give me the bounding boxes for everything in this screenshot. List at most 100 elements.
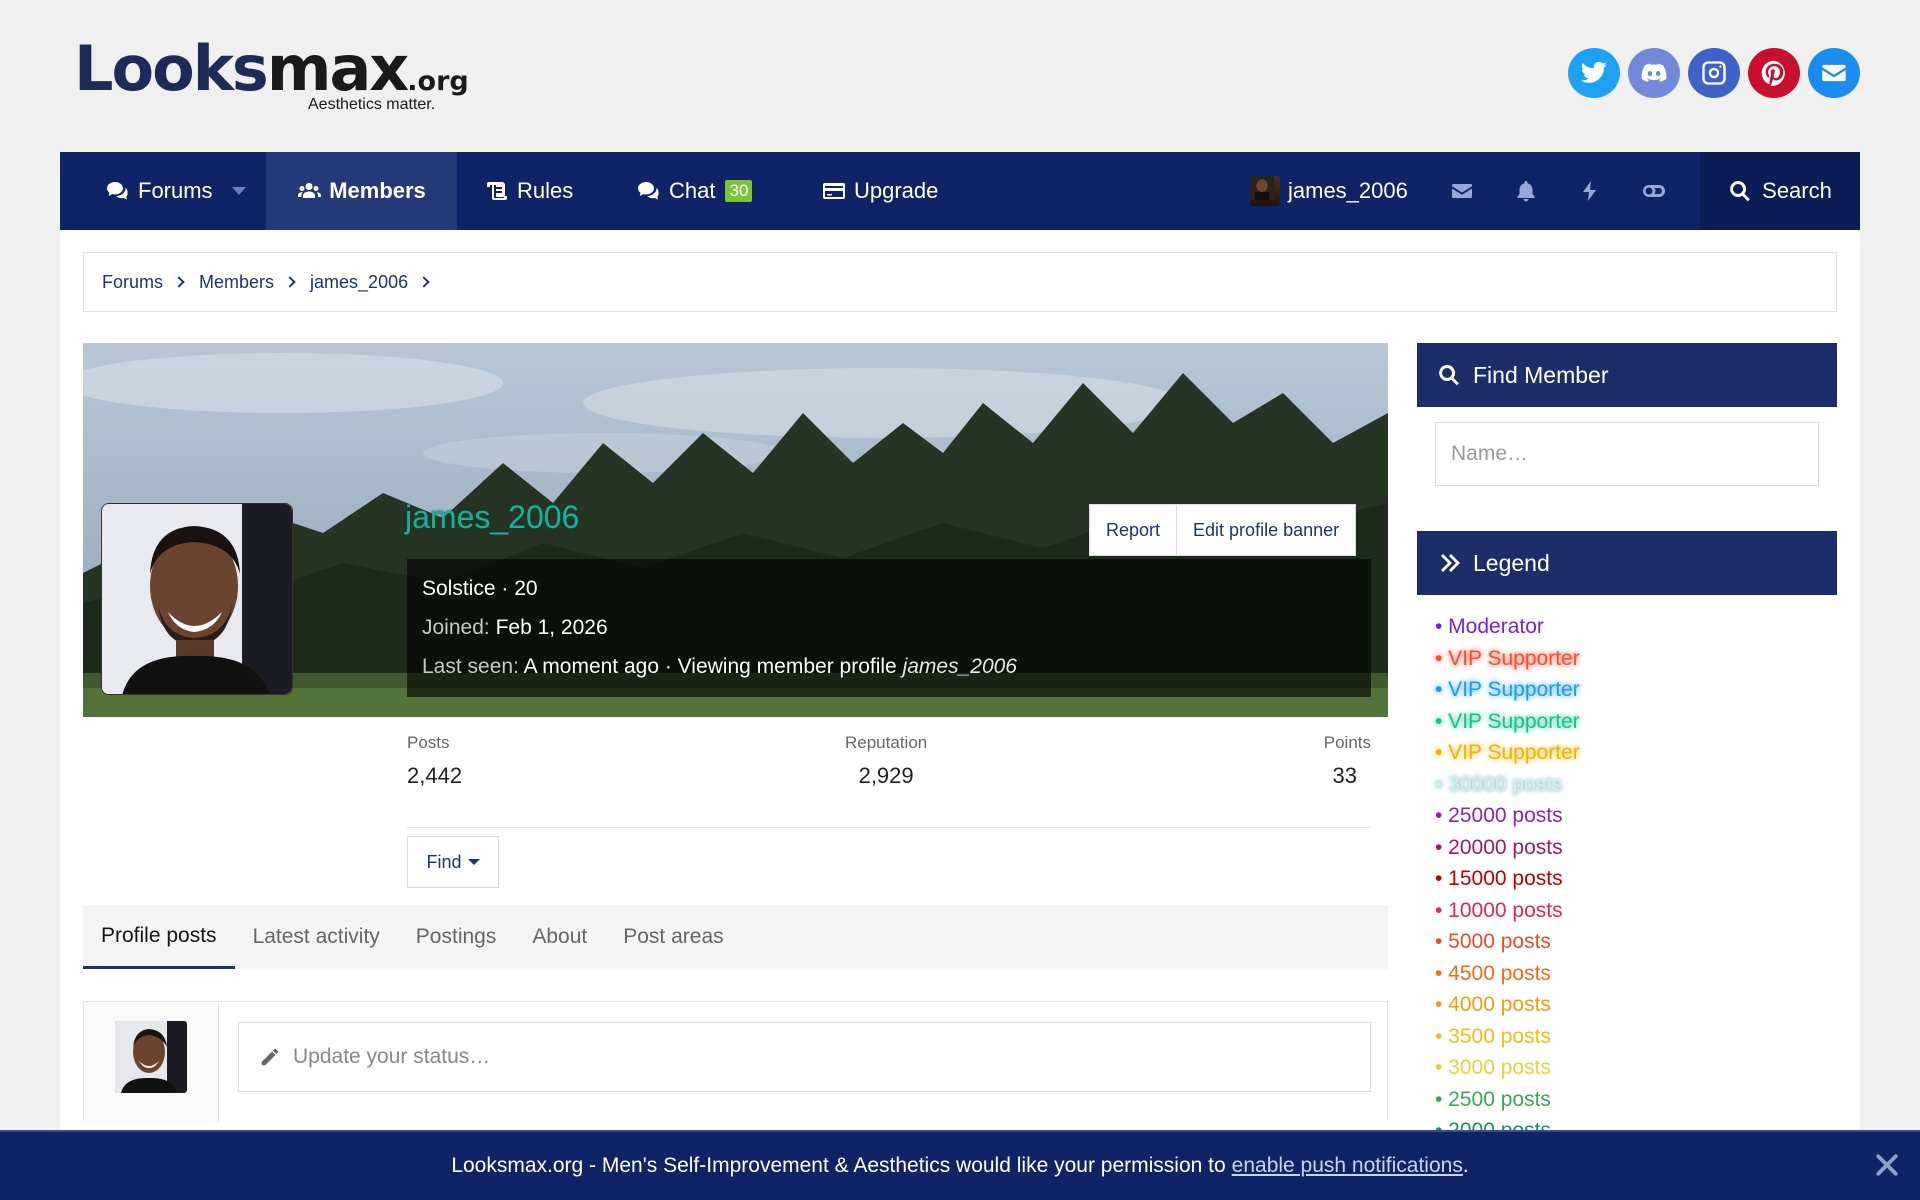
theme-toggle-button[interactable] [1622, 152, 1686, 230]
profile-stats: Posts 2,442 Reputation 2,929 Points 33 [407, 733, 1371, 828]
chevron-right-icon [173, 276, 185, 288]
find-label: Find [426, 851, 462, 872]
nav-forums-dropdown[interactable] [232, 152, 246, 230]
breadcrumb-members[interactable]: Members [199, 272, 274, 293]
legend-item: • Moderator [1435, 615, 1544, 638]
nav-upgrade-label: Upgrade [854, 178, 939, 203]
tab-latest-activity[interactable]: Latest activity [235, 905, 398, 969]
email-icon[interactable] [1808, 48, 1860, 98]
close-icon[interactable] [1872, 1150, 1902, 1180]
alerts-button[interactable] [1494, 152, 1558, 230]
find-member-title: Find Member [1473, 361, 1609, 388]
logo-text-dark: max [266, 32, 409, 105]
main-navbar: Forums Members Rules Chat 30 Upgrade jam… [60, 152, 1860, 230]
site-logo[interactable]: Looksmax.org Aesthetics matter. [74, 32, 469, 124]
stat-reputation[interactable]: Reputation 2,929 [845, 733, 927, 789]
credit-card-icon [823, 183, 845, 199]
sidebar: Find Member Name… Legend • Moderator • VI… [1417, 343, 1837, 1147]
avatar [115, 1021, 187, 1093]
find-member-header: Find Member [1417, 343, 1837, 407]
stat-posts[interactable]: Posts 2,442 [407, 733, 462, 789]
nav-rules-label: Rules [517, 178, 574, 203]
twitter-icon[interactable] [1568, 48, 1620, 98]
member-name-placeholder: Name… [1451, 442, 1529, 465]
legend-item: • 30000 posts [1435, 772, 1563, 796]
notice-end: . [1462, 1154, 1469, 1177]
legend-item: • VIP Supporter [1435, 709, 1580, 733]
breadcrumb-user[interactable]: james_2006 [310, 272, 408, 293]
legend-item: • 25000 posts [1435, 804, 1563, 827]
nav-upgrade[interactable]: Upgrade [822, 152, 938, 230]
comments-icon [107, 182, 128, 200]
find-menu-button[interactable]: Find [407, 836, 499, 888]
search-icon [1439, 365, 1459, 386]
nav-search-label: Search [1762, 178, 1832, 203]
push-notification-notice: Looksmax.org - Men's Self-Improvement & … [0, 1130, 1920, 1200]
chat-count-badge: 30 [725, 180, 753, 202]
legend-item: • VIP Supporter [1435, 646, 1580, 670]
conversations-button[interactable] [1430, 152, 1494, 230]
instagram-icon[interactable] [1688, 48, 1740, 98]
bell-icon [1517, 181, 1535, 202]
enable-push-link[interactable]: enable push notifications [1232, 1154, 1463, 1178]
status-input[interactable]: Update your status… [238, 1022, 1371, 1092]
stat-label: Posts [407, 733, 450, 752]
breadcrumb-forums[interactable]: Forums [102, 272, 163, 293]
double-chevron-right-icon [1441, 554, 1460, 572]
nav-account[interactable]: james_2006 [1250, 152, 1408, 230]
report-button[interactable]: Report [1090, 505, 1176, 555]
status-update-panel: Update your status… [83, 1001, 1388, 1122]
scroll-icon [487, 182, 507, 200]
profile-username: james_2006 [405, 499, 580, 535]
notice-text: Looksmax.org - Men's Self-Improvement & … [451, 1154, 1226, 1177]
pinterest-icon[interactable] [1748, 48, 1800, 98]
avatar [1250, 176, 1280, 206]
legend-item: • 4500 posts [1435, 961, 1551, 985]
social-links [1568, 48, 1860, 98]
nav-forums[interactable]: Forums [106, 152, 213, 230]
breadcrumb: Forums Members james_2006 [83, 252, 1837, 312]
legend-header: Legend [1417, 531, 1837, 595]
logo-tagline: Aesthetics matter. [308, 96, 436, 113]
site-header: Looksmax.org Aesthetics matter. [60, 0, 1860, 152]
last-seen-value: A moment ago · Viewing member profile [523, 655, 897, 678]
legend-item: • 3000 posts [1435, 1056, 1551, 1079]
stat-value: 33 [1332, 763, 1357, 788]
profile-info: Solstice · 20 Joined: Feb 1, 2026 Last s… [407, 559, 1371, 697]
nav-forums-label: Forums [138, 178, 213, 203]
legend-item: • 5000 posts [1435, 930, 1551, 953]
tab-profile-posts[interactable]: Profile posts [83, 905, 235, 969]
joined-line: Joined: Feb 1, 2026 [422, 612, 1356, 651]
nav-search[interactable]: Search [1700, 152, 1860, 230]
profile-avatar[interactable] [101, 503, 293, 695]
bolt-icon [1583, 181, 1596, 201]
user-title: Solstice · 20 [422, 577, 538, 600]
last-seen-label: Last seen: [422, 655, 519, 678]
nav-username: james_2006 [1288, 178, 1408, 203]
chevron-right-icon [284, 276, 296, 288]
stat-value: 2,929 [858, 763, 914, 788]
edit-banner-button[interactable]: Edit profile banner [1176, 505, 1355, 555]
pencil-icon [261, 1048, 279, 1066]
legend-title: Legend [1473, 549, 1550, 576]
tab-postings[interactable]: Postings [398, 905, 515, 969]
logo-tld: .org [407, 66, 469, 97]
discord-icon[interactable] [1628, 48, 1680, 98]
nav-members-label: Members [329, 178, 426, 203]
tab-about[interactable]: About [514, 905, 605, 969]
legend-item: • VIP Supporter [1435, 741, 1580, 764]
nav-members[interactable]: Members [266, 152, 457, 230]
profile-banner: james_2006 Report Edit profile banner So… [83, 343, 1388, 717]
whats-new-button[interactable] [1558, 152, 1622, 230]
member-name-input[interactable]: Name… [1435, 422, 1819, 486]
nav-rules[interactable]: Rules [485, 152, 573, 230]
stat-points[interactable]: Points 33 [1324, 733, 1371, 789]
last-seen-user[interactable]: james_2006 [903, 655, 1017, 678]
nav-chat[interactable]: Chat 30 [637, 152, 753, 230]
tab-post-areas[interactable]: Post areas [605, 905, 741, 969]
stat-label: Reputation [845, 733, 928, 752]
chat-icon [638, 182, 659, 200]
users-icon [298, 183, 322, 198]
profile-actions: Report Edit profile banner [1089, 504, 1357, 556]
legend-item: • 10000 posts [1435, 898, 1563, 922]
